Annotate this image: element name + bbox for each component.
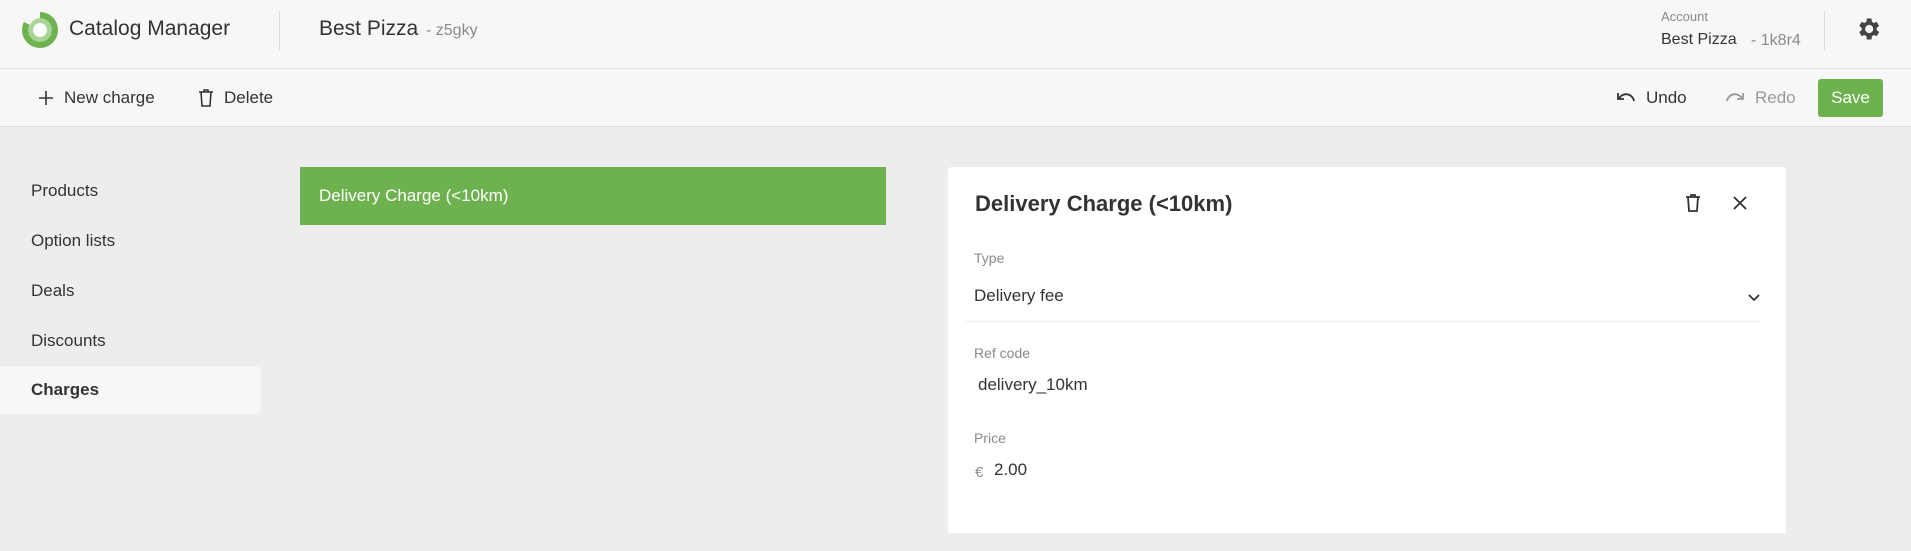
undo-button[interactable]: Undo — [1616, 83, 1687, 113]
store-id: - z5gky — [426, 22, 478, 39]
new-charge-label: New charge — [64, 88, 155, 107]
detail-panel: Delivery Charge (<10km) Type Delivery fe… — [948, 167, 1786, 533]
ref-code-input[interactable]: delivery_10km — [974, 367, 1764, 403]
list-item[interactable]: Delivery Charge (<10km) — [300, 167, 886, 225]
delete-label: Delete — [224, 88, 274, 107]
account-id: - 1k8r4 — [1751, 32, 1801, 49]
redo-icon — [1726, 93, 1744, 102]
trash-icon[interactable] — [1681, 191, 1705, 215]
header-divider-right — [1824, 10, 1825, 50]
price-value: 2.00 — [994, 460, 1028, 479]
sidebar-item-discounts[interactable]: Discounts — [0, 317, 261, 365]
redo-label: Redo — [1755, 88, 1796, 107]
sidebar-item-products[interactable]: Products — [0, 167, 261, 215]
type-label: Type — [974, 250, 1005, 266]
save-button[interactable]: Save — [1818, 79, 1883, 117]
ref-code-value: delivery_10km — [978, 375, 1088, 394]
price-input[interactable]: 2.00 — [994, 452, 1764, 488]
sidebar-item-charges[interactable]: Charges — [0, 366, 261, 414]
top-header: Catalog Manager Best Pizza - z5gky Accou… — [0, 0, 1911, 69]
chevron-down-icon — [1748, 294, 1760, 302]
delete-button[interactable]: Delete — [198, 83, 273, 113]
new-charge-button[interactable]: New charge — [38, 83, 155, 113]
undo-label: Undo — [1646, 88, 1687, 107]
type-value: Delivery fee — [974, 286, 1064, 305]
sidebar-item-label: Discounts — [31, 331, 106, 350]
undo-icon — [1617, 93, 1635, 102]
ref-code-label: Ref code — [974, 345, 1031, 361]
sidebar-item-label: Option lists — [31, 231, 116, 250]
sidebar-item-label: Deals — [31, 281, 75, 300]
account-name: Best Pizza — [1661, 31, 1737, 48]
sidebar-item-deals[interactable]: Deals — [0, 267, 261, 315]
header-divider — [279, 10, 280, 50]
catalog-logo-icon — [22, 12, 58, 48]
price-label: Price — [974, 430, 1006, 446]
trash-icon — [199, 89, 213, 107]
sidebar-item-label: Charges — [31, 380, 100, 399]
list-item-label: Delivery Charge (<10km) — [319, 186, 509, 205]
type-select[interactable]: Delivery fee — [966, 267, 1760, 322]
redo-button[interactable]: Redo — [1725, 83, 1796, 113]
toolbar: New charge Delete Undo Redo Save — [0, 69, 1911, 127]
gear-icon[interactable] — [1854, 15, 1882, 43]
plus-icon — [39, 91, 53, 105]
app-title: Catalog Manager — [69, 17, 231, 40]
close-icon[interactable] — [1728, 191, 1752, 215]
account-label: Account — [1661, 9, 1708, 24]
sidebar-item-label: Products — [31, 181, 99, 200]
store-name: Best Pizza — [319, 17, 419, 40]
sidebar-item-option-lists[interactable]: Option lists — [0, 217, 261, 265]
detail-title: Delivery Charge (<10km) — [975, 191, 1233, 216]
currency-symbol: € — [975, 464, 984, 481]
